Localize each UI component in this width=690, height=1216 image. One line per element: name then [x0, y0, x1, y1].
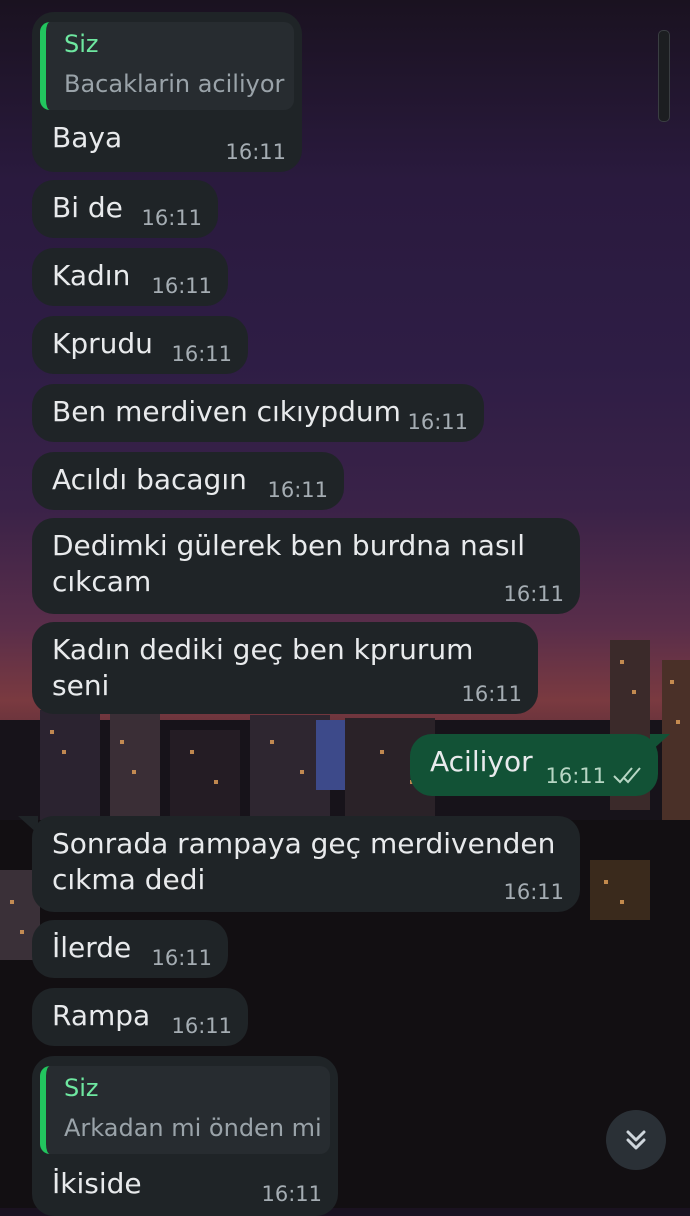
- message-time: 16:11: [503, 880, 564, 904]
- reply-sender-name: Siz: [64, 1074, 99, 1102]
- reply-quoted-text: Arkadan mi önden mi: [64, 1114, 322, 1142]
- reply-quoted-text: Bacaklarin aciliyor: [64, 70, 285, 98]
- message-bubble-incoming[interactable]: Kadın dediki geç ben kprurum seni 16:11: [32, 622, 538, 714]
- message-text: Sonrada rampaya geç merdivenden cıkma de…: [52, 827, 556, 896]
- message-bubble-incoming[interactable]: Sonrada rampaya geç merdivenden cıkma de…: [32, 816, 580, 912]
- message-bubble-incoming[interactable]: Rampa 16:11: [32, 988, 248, 1046]
- double-check-icon: [613, 767, 641, 784]
- message-bubble-incoming[interactable]: Kadın 16:11: [32, 248, 228, 306]
- message-bubble-incoming[interactable]: Kprudu 16:11: [32, 316, 248, 374]
- message-bubble-outgoing[interactable]: Aciliyor 16:11: [410, 734, 658, 796]
- message-time: 16:11: [545, 764, 606, 788]
- chevron-double-down-icon: [626, 1130, 646, 1150]
- message-bubble-incoming[interactable]: Siz Arkadan mi önden mi İkiside 16:11: [32, 1056, 338, 1216]
- scroll-to-bottom-button[interactable]: [606, 1110, 666, 1170]
- message-bubble-incoming[interactable]: İlerde 16:11: [32, 920, 228, 978]
- bubble-tail: [650, 734, 670, 752]
- message-text: Ben merdiven cıkıypdum: [52, 395, 401, 428]
- message-time: 16:11: [151, 274, 212, 298]
- message-text: Kadın dediki geç ben kprurum seni: [52, 633, 483, 702]
- message-time: 16:11: [225, 140, 286, 164]
- message-text: Baya: [52, 121, 123, 154]
- message-time: 16:11: [407, 410, 468, 434]
- message-bubble-incoming[interactable]: Siz Bacaklarin aciliyor Baya 16:11: [32, 12, 302, 172]
- message-time: 16:11: [503, 582, 564, 606]
- message-bubble-incoming[interactable]: Bi de 16:11: [32, 180, 218, 238]
- reply-sender-name: Siz: [64, 30, 99, 58]
- message-bubble-incoming[interactable]: Acıldı bacagın 16:11: [32, 452, 344, 510]
- message-time: 16:11: [461, 682, 522, 706]
- message-time: 16:11: [261, 1182, 322, 1206]
- message-time: 16:11: [171, 342, 232, 366]
- message-text: İkiside: [52, 1167, 142, 1200]
- reply-quote[interactable]: Siz Bacaklarin aciliyor: [40, 22, 294, 110]
- message-bubble-incoming[interactable]: Ben merdiven cıkıypdum 16:11: [32, 384, 484, 442]
- message-time: 16:11: [171, 1014, 232, 1038]
- message-time: 16:11: [141, 206, 202, 230]
- message-bubble-incoming[interactable]: Dedimki gülerek ben burdna nasıl cıkcam …: [32, 518, 580, 614]
- scrollbar-thumb[interactable]: [658, 30, 670, 122]
- message-time: 16:11: [151, 946, 212, 970]
- message-text: Aciliyor: [430, 745, 533, 778]
- reply-quote[interactable]: Siz Arkadan mi önden mi: [40, 1066, 330, 1154]
- message-time: 16:11: [267, 478, 328, 502]
- message-text: Dedimki gülerek ben burdna nasıl cıkcam: [52, 529, 526, 598]
